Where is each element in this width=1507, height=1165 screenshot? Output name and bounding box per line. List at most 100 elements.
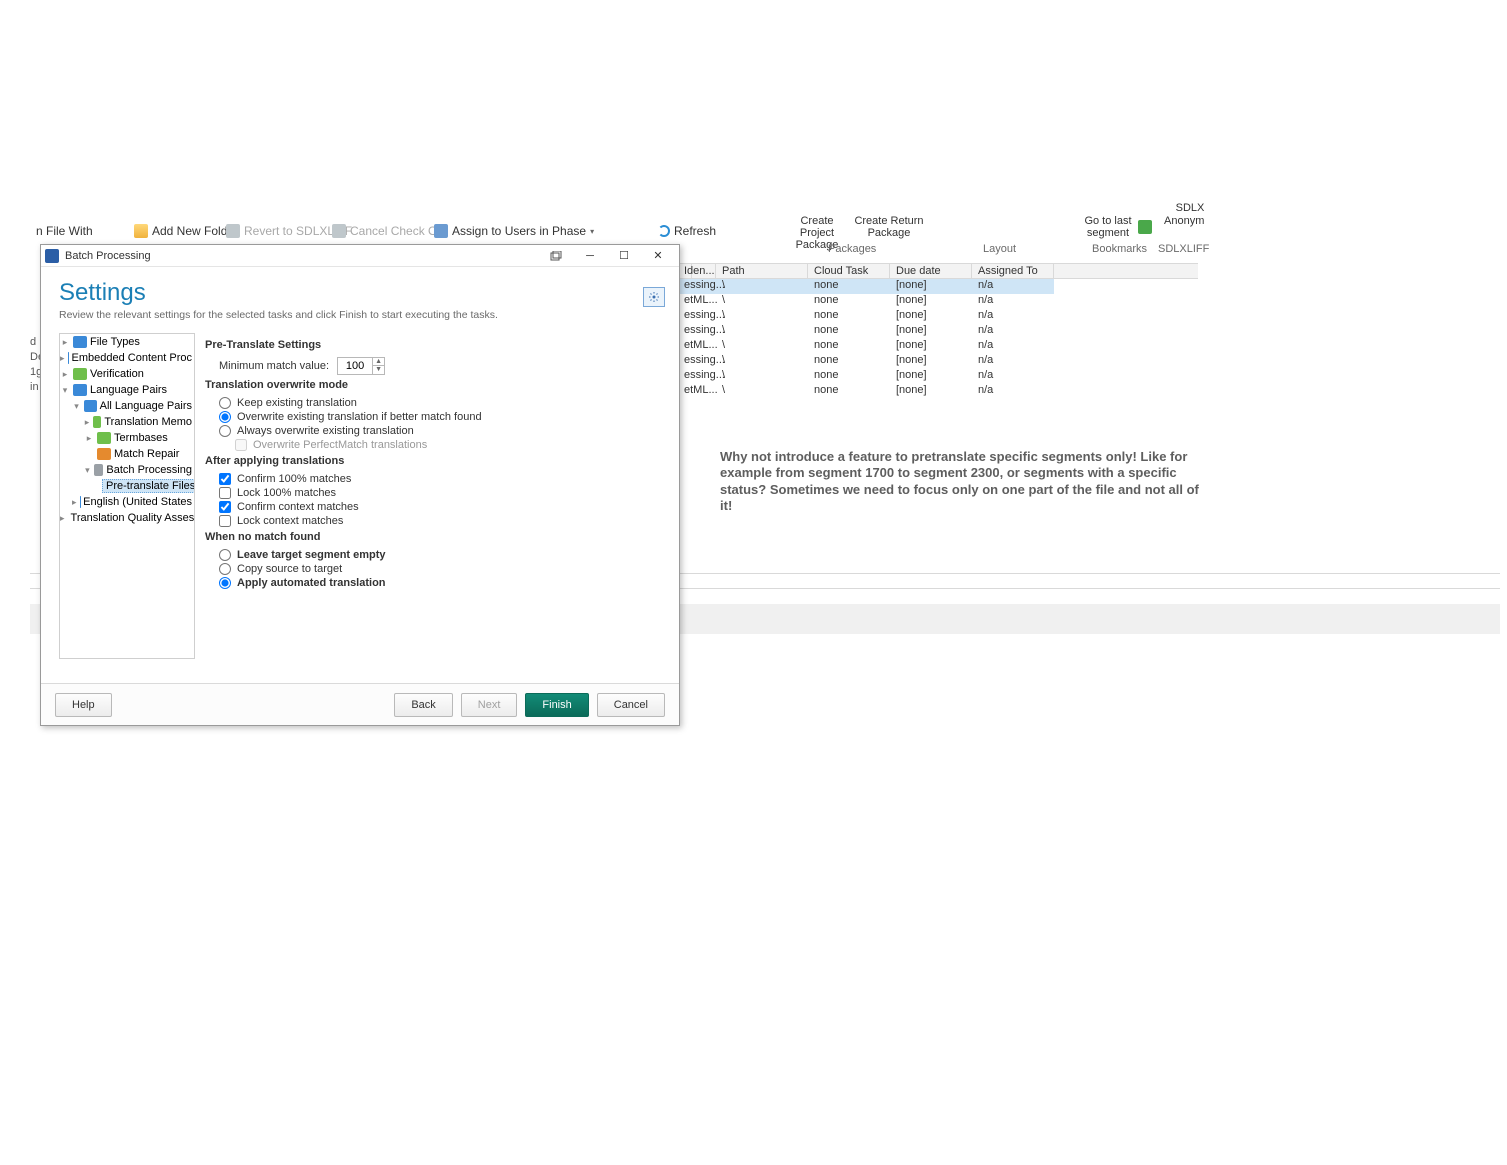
cell-iden: essing... bbox=[678, 354, 716, 366]
settings-tree[interactable]: ▸File Types ▸Embedded Content Proc ▸Veri… bbox=[59, 333, 195, 659]
tree-embedded[interactable]: Embedded Content Proc bbox=[72, 352, 192, 364]
cell-path: \ bbox=[716, 279, 731, 291]
radio-apply-automated[interactable]: Apply automated translation bbox=[205, 577, 651, 589]
cell-due: [none] bbox=[890, 309, 933, 321]
tree-language-pairs[interactable]: Language Pairs bbox=[90, 384, 167, 396]
col-assigned[interactable]: Assigned To bbox=[972, 264, 1054, 280]
table-row[interactable]: etML...\none[none]n/a bbox=[678, 294, 1054, 309]
radio-copy-source[interactable]: Copy source to target bbox=[205, 563, 651, 575]
cell-due: [none] bbox=[890, 294, 933, 306]
minimize-button[interactable]: ─ bbox=[573, 246, 607, 266]
tree-termbases[interactable]: Termbases bbox=[114, 432, 168, 444]
dialog-subtitle: Review the relevant settings for the sel… bbox=[59, 309, 661, 321]
min-match-input[interactable] bbox=[338, 358, 372, 374]
chevron-down-icon: ▾ bbox=[590, 227, 594, 236]
table-row[interactable]: etML...\none[none]n/a bbox=[678, 339, 1054, 354]
col-cloud[interactable]: Cloud Task bbox=[808, 264, 890, 280]
tree-translation-memory[interactable]: Translation Memo bbox=[104, 416, 192, 428]
finish-button[interactable]: Finish bbox=[525, 693, 588, 717]
overwrite-mode-heading: Translation overwrite mode bbox=[205, 379, 651, 391]
maximize-button[interactable]: ☐ bbox=[607, 246, 641, 266]
collapse-icon[interactable]: ▾ bbox=[84, 465, 91, 476]
check-overwrite-perfectmatch[interactable]: Overwrite PerfectMatch translations bbox=[205, 439, 651, 451]
tm-icon bbox=[93, 416, 101, 428]
dialog-titlebar[interactable]: Batch Processing ─ ☐ ✕ bbox=[41, 245, 679, 267]
verification-icon bbox=[73, 368, 87, 380]
expand-icon[interactable]: ▸ bbox=[60, 369, 70, 380]
radio-always-overwrite[interactable]: Always overwrite existing translation bbox=[205, 425, 651, 437]
expand-icon[interactable]: ▸ bbox=[72, 497, 77, 508]
table-row[interactable]: essing...\none[none]n/a bbox=[678, 309, 1054, 324]
assign-users-phase[interactable]: Assign to Users in Phase▾ bbox=[434, 222, 594, 240]
expand-icon[interactable]: ▸ bbox=[84, 417, 90, 428]
revert-icon bbox=[226, 224, 240, 238]
minimize-icon: ─ bbox=[586, 250, 594, 262]
refresh[interactable]: Refresh bbox=[658, 222, 716, 240]
gear-icon bbox=[648, 291, 660, 303]
spin-up-icon[interactable]: ▲ bbox=[373, 358, 384, 366]
pretranslate-settings-heading: Pre-Translate Settings bbox=[205, 339, 651, 351]
go-to-last-segment[interactable]: Go to last segment bbox=[1080, 215, 1136, 239]
min-match-spinner[interactable]: ▲▼ bbox=[337, 357, 385, 375]
tree-verification[interactable]: Verification bbox=[90, 368, 144, 380]
spin-down-icon[interactable]: ▼ bbox=[373, 366, 384, 374]
add-new-folder[interactable]: Add New Folder bbox=[134, 222, 238, 240]
expand-icon[interactable]: ▸ bbox=[84, 433, 94, 444]
next-button[interactable]: Next bbox=[461, 693, 518, 717]
expand-icon[interactable]: ▸ bbox=[60, 513, 65, 524]
help-button[interactable]: Help bbox=[55, 693, 112, 717]
open-file-with[interactable]: n File With bbox=[36, 222, 93, 240]
tree-english-us[interactable]: English (United States bbox=[83, 496, 192, 508]
app-icon bbox=[45, 249, 59, 263]
settings-panel: Pre-Translate Settings Minimum match val… bbox=[195, 333, 661, 659]
cell-assigned: n/a bbox=[972, 339, 999, 351]
cancel-button[interactable]: Cancel bbox=[597, 693, 665, 717]
table-row[interactable]: etML...\none[none]n/a bbox=[678, 384, 1054, 399]
tree-tqa[interactable]: Translation Quality Assess bbox=[71, 512, 195, 524]
expand-icon[interactable]: ▸ bbox=[60, 337, 70, 348]
tree-all-language-pairs[interactable]: All Language Pairs bbox=[100, 400, 192, 412]
check-confirm-context[interactable]: Confirm context matches bbox=[205, 501, 651, 513]
after-applying-heading: After applying translations bbox=[205, 455, 651, 467]
popout-button[interactable] bbox=[539, 246, 573, 266]
table-row[interactable]: essing...\none[none]n/a bbox=[678, 279, 1054, 294]
expand-icon[interactable]: ▸ bbox=[60, 353, 65, 364]
table-row[interactable]: essing...\none[none]n/a bbox=[678, 369, 1054, 384]
anonym[interactable]: Anonym bbox=[1164, 215, 1204, 227]
col-path[interactable]: Path bbox=[716, 264, 808, 280]
cell-cloud: none bbox=[808, 339, 844, 351]
check-lock-context[interactable]: Lock context matches bbox=[205, 515, 651, 527]
tree-pretranslate-files[interactable]: Pre-translate Files bbox=[102, 479, 195, 493]
flag-icon bbox=[80, 496, 81, 508]
radio-keep-existing[interactable]: Keep existing translation bbox=[205, 397, 651, 409]
radio-leave-empty[interactable]: Leave target segment empty bbox=[205, 549, 651, 561]
table-header: ects Iden... Path Cloud Task Due date As… bbox=[678, 263, 1198, 279]
collapse-icon[interactable]: ▾ bbox=[72, 401, 81, 412]
langpairs-icon bbox=[73, 384, 87, 396]
wrench-icon bbox=[97, 448, 111, 460]
table-row[interactable]: essing...\none[none]n/a bbox=[678, 354, 1054, 369]
check-confirm-100[interactable]: Confirm 100% matches bbox=[205, 473, 651, 485]
cell-cloud: none bbox=[808, 279, 844, 291]
cell-due: [none] bbox=[890, 324, 933, 336]
table-row[interactable]: essing...\none[none]n/a bbox=[678, 324, 1054, 339]
cell-due: [none] bbox=[890, 279, 933, 291]
back-button[interactable]: Back bbox=[394, 693, 452, 717]
col-due[interactable]: Due date bbox=[890, 264, 972, 280]
close-button[interactable]: ✕ bbox=[641, 246, 675, 266]
check-lock-100[interactable]: Lock 100% matches bbox=[205, 487, 651, 499]
cell-due: [none] bbox=[890, 384, 933, 396]
cell-assigned: n/a bbox=[972, 354, 999, 366]
cancel-checkout[interactable]: Cancel Check Out bbox=[332, 222, 447, 240]
collapse-icon[interactable]: ▾ bbox=[60, 385, 70, 396]
radio-overwrite-better[interactable]: Overwrite existing translation if better… bbox=[205, 411, 651, 423]
tree-batch-processing[interactable]: Batch Processing bbox=[106, 464, 192, 476]
cell-path: \ bbox=[716, 324, 731, 336]
cell-path: \ bbox=[716, 384, 731, 396]
popout-icon bbox=[550, 251, 562, 261]
settings-gear-button[interactable] bbox=[643, 287, 665, 307]
col-iden[interactable]: Iden... bbox=[678, 264, 716, 280]
tree-match-repair[interactable]: Match Repair bbox=[114, 448, 179, 460]
tree-file-types[interactable]: File Types bbox=[90, 336, 140, 348]
create-return-package[interactable]: Create Return Package bbox=[854, 215, 924, 239]
